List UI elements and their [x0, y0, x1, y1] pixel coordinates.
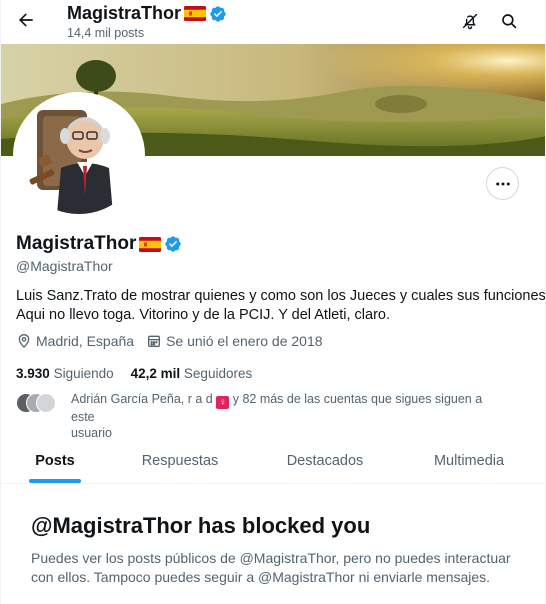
tab-replies[interactable]: Respuestas: [129, 438, 231, 484]
location-pin-icon: [18, 334, 30, 348]
profile-page: MagistraThor 14,4 mil posts MagistraThor…: [0, 0, 546, 604]
more-options-button[interactable]: [486, 167, 519, 200]
known-followers-avatars: [16, 393, 60, 415]
verified-badge-icon[interactable]: [164, 235, 182, 253]
active-tab-indicator: [29, 479, 81, 483]
back-button[interactable]: [9, 3, 43, 37]
joined-item: Se unió el enero de 2018: [146, 333, 323, 349]
known-followers-text: Adrián García Peña, r a d ♀ y 82 más de …: [71, 391, 491, 441]
blocked-message-line: Puedes ver los posts públicos de @Magist…: [31, 550, 511, 566]
tab-highlights[interactable]: Destacados: [273, 438, 377, 484]
bio-line: Aqui no llevo toga. Vitorino y de la PCI…: [16, 307, 390, 323]
known-followers[interactable]: Adrián García Peña, r a d ♀ y 82 más de …: [16, 391, 531, 441]
profile-avatar[interactable]: [13, 92, 145, 218]
known-followers-prefix: Adrián García Peña, r a d: [71, 392, 213, 406]
joined-text: Se unió el enero de 2018: [166, 333, 323, 349]
calendar-icon: [148, 335, 161, 347]
search-button[interactable]: [492, 4, 526, 38]
profile-tabs: Posts Respuestas Destacados Multimedia: [1, 438, 545, 484]
profile-meta: Madrid, España Se unió el enero de 2018: [16, 333, 335, 349]
location-text: Madrid, España: [36, 333, 135, 349]
bio-line: Luis Sanz.Trato de mostrar quienes y com…: [16, 288, 546, 304]
following-label: Siguiendo: [53, 366, 114, 381]
location-item: Madrid, España: [16, 333, 134, 349]
avatar-image: [17, 96, 141, 214]
tab-posts[interactable]: Posts: [29, 438, 81, 484]
follow-counts: 3.930 Siguiendo 42,2 mil Seguidores: [16, 366, 252, 381]
tab-label: Respuestas: [141, 453, 219, 469]
profile-handle: @MagistraThor: [16, 258, 113, 274]
header-title: MagistraThor: [67, 3, 227, 24]
tab-label: Destacados: [286, 453, 364, 469]
profile-bio: Luis Sanz.Trato de mostrar quienes y com…: [16, 287, 546, 325]
followers-count: 42,2 mil: [130, 366, 181, 381]
following-count: 3.930: [16, 366, 50, 381]
profile-name: MagistraThor: [16, 233, 137, 254]
blocked-title: @MagistraThor has blocked you: [31, 513, 371, 538]
spain-flag-icon: [184, 6, 207, 21]
top-bar: MagistraThor 14,4 mil posts: [1, 0, 545, 44]
more-horizontal-icon: [495, 182, 510, 185]
tab-label: Multimedia: [433, 453, 505, 469]
follower-avatar: [36, 393, 56, 413]
spain-flag-icon: [139, 236, 162, 252]
posts-count: 14,4 mil posts: [67, 26, 145, 40]
search-icon: [502, 14, 517, 29]
followers-label: Seguidores: [183, 366, 253, 381]
header-name: MagistraThor: [67, 3, 182, 23]
bell-slash-icon: [462, 13, 478, 30]
blocked-message: Puedes ver los posts públicos de @Magist…: [31, 549, 521, 587]
blocked-message-line: con ellos. Tampoco puedes seguir a @Magi…: [31, 569, 491, 585]
followers-link[interactable]: 42,2 mil Seguidores: [131, 366, 253, 381]
venus-emoji-icon: ♀: [216, 396, 230, 409]
following-link[interactable]: 3.930 Siguiendo: [16, 366, 114, 381]
notifications-toggle-button[interactable]: [453, 4, 487, 38]
tab-label: Posts: [35, 453, 75, 469]
profile-name-row: MagistraThor: [16, 233, 182, 255]
arrow-left-icon: [19, 13, 33, 27]
verified-badge-icon: [210, 5, 226, 22]
tab-media[interactable]: Multimedia: [419, 438, 519, 484]
